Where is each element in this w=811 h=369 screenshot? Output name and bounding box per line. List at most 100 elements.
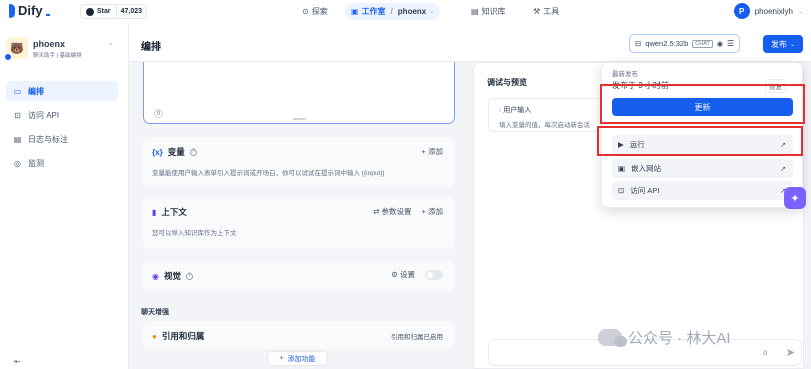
add-label: 添加 [428,147,443,156]
terminal-square-icon: ⊡ [14,110,21,120]
sidebar-item-label: 日志与标注 [28,134,68,144]
github-star-label: Star [97,8,111,15]
sidebar-item-label: 访问 API [28,110,60,120]
add-feature-button[interactable]: + 添加功能 [267,351,328,366]
chat-enhance-label: 聊天增强 [141,309,169,316]
sidebar-item-orchestrate[interactable]: ▭ 编排 [6,81,118,101]
vision-actions: ⚙ 设置 [391,269,443,280]
top-navbar: Dify Star 47,023 ⊙ 探索 ▣ 工作室 / phoenx ⌄ ▤… [0,0,811,24]
add-label: 添加 [428,207,443,216]
github-icon [86,7,94,16]
settings-label: 参数设置 [381,207,412,216]
embed-label: 嵌入网站 [631,164,662,173]
compass-icon: ⊙ [302,7,309,16]
prompt-editor[interactable]: 0 [143,62,455,124]
send-icon[interactable]: ➤ [786,346,795,359]
add-variable-button[interactable]: + 添加 [422,146,443,157]
eye-icon: ◉ [716,40,723,48]
help-icon[interactable]: ? [189,148,197,156]
plus-icon: + [279,355,284,362]
sidebar: 🐻 phoenx 聊天助手 | 基础编排 ⌄ ▭ 编排 ⊡ 访问 API ▤ 日… [0,24,129,369]
main-header: 编排 ⊟ qwen2.5:32b CHAT ◉ ☰ 发布 ⌄ [129,24,811,62]
logo-mark-icon [9,3,15,18]
page-title: 编排 [141,42,161,53]
sidebar-item-monitor[interactable]: ◎ 监测 [6,153,118,173]
sidebar-item-label: 监测 [28,158,44,168]
vision-settings-button[interactable]: ⚙ 设置 [391,269,415,280]
nav-explore[interactable]: ⊙ 探索 [296,3,334,20]
github-star-part: Star [81,5,116,18]
settings-sliders-icon[interactable]: ☰ [727,39,734,48]
user-input-title: › 用户输入 [499,105,531,115]
terminal-square-icon: ⊡ [618,186,625,195]
assistant-icon: ✦ [790,192,800,205]
nav-studio[interactable]: ▣ 工作室 / phoenx ⌄ [345,3,441,20]
context-header: ▮ 上下文 [152,206,187,218]
add-context-button[interactable]: + 添加 [422,206,443,217]
arrow-icon: › [499,107,502,114]
nav-tools-label: 工具 [543,7,560,16]
app-mode: 基础编排 [59,53,82,59]
logo-dot-icon [45,14,50,16]
user-name: phoenixlyh [754,6,793,16]
context-description: 您可以导入知识库作为上下文 [152,230,237,237]
github-star-button[interactable]: Star 47,023 [80,4,148,19]
citation-card: ● 引用和归属 引用和归属已启用 [143,321,455,349]
wechat-icon [598,329,627,347]
app-meta-sep: | [56,53,58,59]
context-actions: ⇄ 参数设置 + 添加 [373,206,443,217]
tools-icon: ⚒ [533,7,541,16]
highlight-update-box [600,84,805,124]
api-label: 访问 API [630,186,660,195]
context-settings-button[interactable]: ⇄ 参数设置 [373,206,411,217]
app-type-badge-icon [4,53,12,61]
citation-status: 引用和归属已启用 [391,334,443,341]
sidebar-item-logs[interactable]: ▤ 日志与标注 [6,129,118,149]
sidebar-item-api[interactable]: ⊡ 访问 API [6,105,118,125]
vision-card: ◉ 视觉 ? ⚙ 设置 [143,261,455,291]
variables-description: 变量能使用户输入表单引入提示词或开场白，你可以试试在提示词中输入 {{input… [152,170,385,177]
model-selector[interactable]: ⊟ qwen2.5:32b CHAT ◉ ☰ [629,34,741,53]
publish-button[interactable]: 发布 ⌄ [763,35,803,53]
nav-knowledge-label: 知识库 [481,7,506,16]
file-list-icon: ▤ [13,134,22,144]
nav-explore-label: 探索 [311,7,328,16]
terminal-icon: ▭ [13,86,22,96]
github-star-count: 47,023 [115,5,147,18]
dify-logo[interactable]: Dify [9,3,50,18]
publish-label: 发布 [770,39,787,49]
app-meta: 聊天助手 | 基础编排 [33,51,82,59]
help-icon[interactable]: ? [186,272,193,280]
avatar: P [733,3,750,19]
nav-studio-app-label: phoenx [397,7,427,16]
robot-icon: ▣ [351,7,359,16]
eye-icon: ◉ [152,271,159,281]
nav-studio-label: 工作室 [361,7,386,16]
collapse-sidebar-icon[interactable]: ⇤ [14,357,21,366]
debug-title: 调试与预览 [487,78,527,87]
chevron-down-icon: ⌄ [789,41,796,48]
sidebar-item-label: 编排 [28,86,44,96]
bear-emoji-icon: 🐻 [10,42,24,55]
sidebar-menu: ▭ 编排 ⊡ 访问 API ▤ 日志与标注 ◎ 监测 [6,81,118,177]
assistant-float-button[interactable]: ✦ [784,187,806,209]
citation-title: 引用和归属 [161,331,205,341]
variables-title: 变量 [167,147,185,157]
model-icon: ⊟ [635,39,642,48]
nav-knowledge[interactable]: ▤ 知识库 [465,3,512,20]
brand-name: Dify [18,3,43,18]
file-text-icon: ▮ [152,207,157,217]
nav-tools[interactable]: ⚒ 工具 [527,3,565,20]
model-name: qwen2.5:32b [645,39,689,48]
orchestrate-panel: 0 {x} 变量 ? + 添加 变量能使用户输入表单引入提示词或开场白，你可以试… [129,62,471,369]
app-info[interactable]: 🐻 phoenx 聊天助手 | 基础编排 [4,37,82,61]
embed-site-item[interactable]: ▣ 嵌入网站 ↗ [612,159,793,178]
highlight-run-box [597,126,803,156]
vision-toggle[interactable] [425,269,443,280]
chevron-down-icon[interactable]: ⌄ [108,39,114,47]
resize-handle[interactable] [293,118,306,120]
user-menu[interactable]: P phoenixlyh ⌄ [733,3,803,19]
access-api-item[interactable]: ⊡ 访问 API ↗ [612,181,793,200]
variables-header: {x} 变量 ? [152,146,197,158]
prompt-char-count: 0 [154,109,163,118]
